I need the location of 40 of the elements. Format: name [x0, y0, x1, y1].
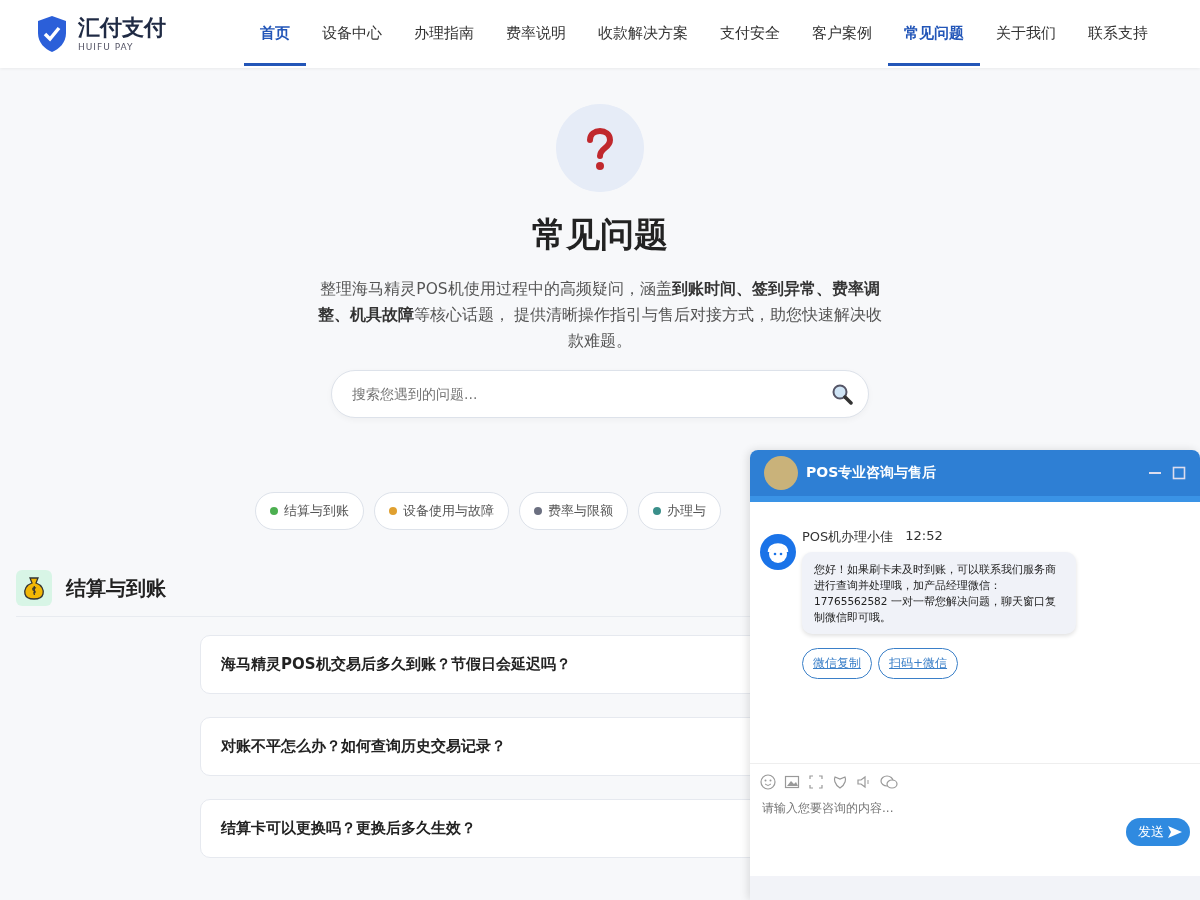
nav-tab[interactable]: 收款解决方案: [582, 2, 704, 66]
nav-tab[interactable]: 常见问题: [888, 2, 980, 66]
page-description: 整理海马精灵POS机使用过程中的高频疑问，涵盖到账时间、签到异常、费率调整、机具故障等核心话题， 提供清晰操作指引与售后对接方式，助您快速解决收款难题。: [316, 279, 884, 352]
image-icon[interactable]: [784, 774, 800, 790]
money-bag-icon: [16, 570, 52, 606]
nav-tab[interactable]: 客户案例: [796, 2, 888, 66]
sender-name: POS机办理小佳: [802, 528, 894, 546]
maximize-icon[interactable]: [1172, 466, 1186, 480]
category-chip[interactable]: 设备使用与故障: [374, 492, 509, 530]
send-arrow-icon: [1168, 826, 1182, 838]
chat-bubbles-icon[interactable]: [880, 774, 898, 790]
logo-name: 汇付支付: [78, 16, 166, 39]
nav-tab[interactable]: 关于我们: [980, 2, 1072, 66]
send-button[interactable]: 发送: [1126, 818, 1190, 846]
category-chip[interactable]: 结算与到账: [255, 492, 364, 530]
shield-check-icon: [36, 15, 68, 53]
avatar-icon: [764, 456, 798, 490]
category-chip[interactable]: 办理与: [638, 492, 721, 530]
message-time: 12:52: [905, 528, 943, 545]
nav-tab[interactable]: 办理指南: [398, 2, 490, 66]
agent-avatar-icon: [760, 534, 796, 570]
nav-tab[interactable]: 设备中心: [306, 2, 398, 66]
logo-subtitle: HUIFU PAY: [78, 41, 135, 52]
emoji-icon[interactable]: [760, 774, 776, 790]
nav-tab[interactable]: 费率说明: [490, 2, 582, 66]
page-title: 常见问题: [532, 213, 668, 256]
speaker-icon[interactable]: [856, 774, 872, 790]
rating-icon[interactable]: [832, 774, 848, 790]
nav-tab[interactable]: 联系支持: [1072, 2, 1164, 66]
category-chip[interactable]: 费率与限额: [519, 492, 628, 530]
screenshot-icon[interactable]: [808, 774, 824, 790]
search-field[interactable]: 搜索您遇到的问题...: [331, 370, 869, 418]
search-icon[interactable]: [831, 383, 853, 405]
quick-action-button[interactable]: 微信复制: [802, 648, 872, 679]
chat-title: POS专业咨询与售后: [806, 464, 937, 482]
nav-tab[interactable]: 支付安全: [704, 2, 796, 66]
message-bubble: 您好！如果刷卡未及时到账，可以联系我们服务商进行查询并处理哦，加产品经理微信：17765562582 一对一帮您解决问题，聊天窗口复制微信即可哦。: [802, 552, 1076, 634]
quick-action-button[interactable]: 扫码+微信: [878, 648, 959, 679]
section-title: 结算与到账: [66, 574, 166, 602]
nav-tab[interactable]: 首页: [244, 2, 306, 66]
